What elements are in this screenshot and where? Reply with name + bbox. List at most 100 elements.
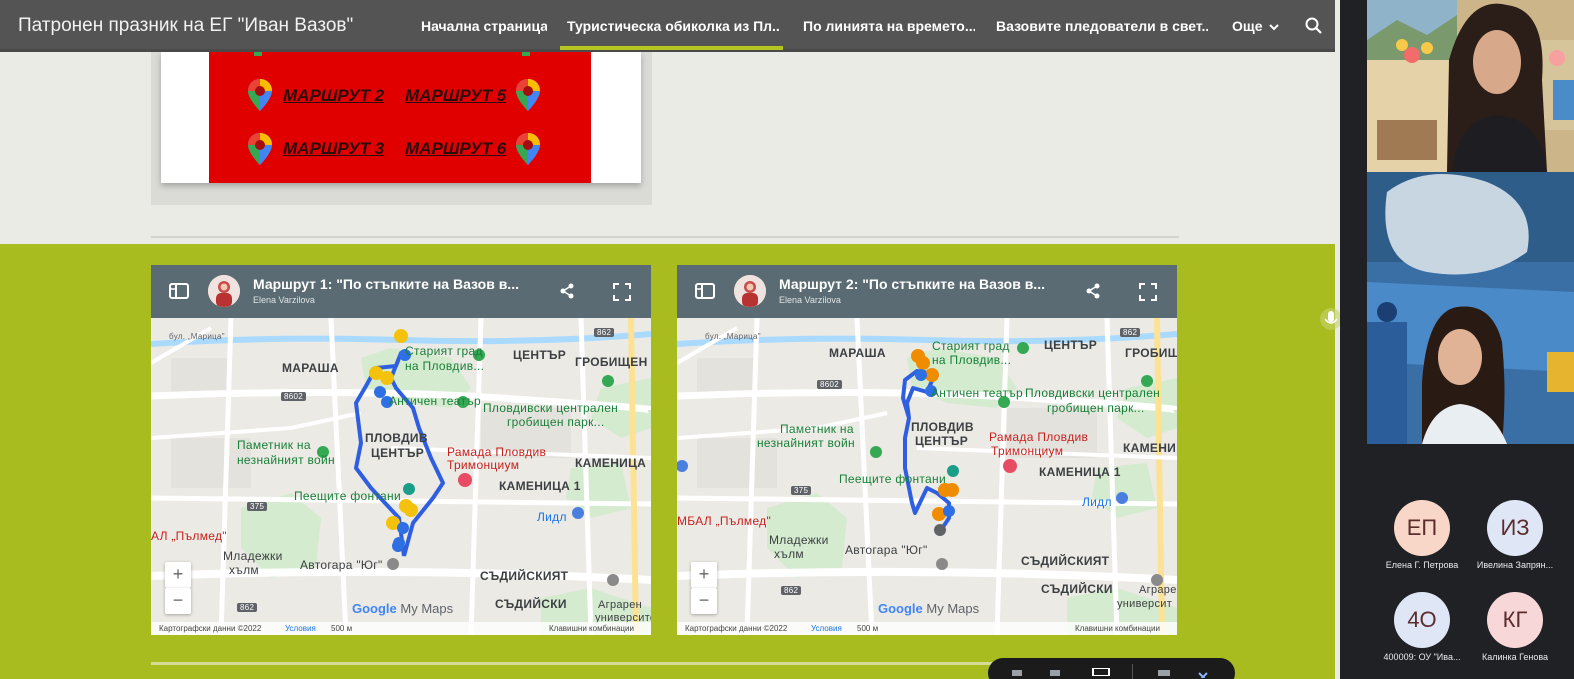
map-legend-icon[interactable] [695, 283, 715, 299]
map-label: Аграрен [598, 599, 642, 611]
google-my-maps-logo: Google My Maps [878, 601, 980, 616]
nav-vazov-world[interactable]: Вазовите пледователи в свет... [996, 18, 1208, 34]
map-label: Рамада Пловдив [447, 445, 547, 459]
site-title[interactable]: Патронен празник на ЕГ "Иван Вазов" [18, 15, 353, 37]
terms-link[interactable]: Условия [811, 624, 842, 633]
terms-link[interactable]: Условия [285, 624, 316, 633]
map-label: Античен театър [389, 394, 482, 408]
keyboard-shortcuts-link[interactable]: Клавишни комбинации [549, 624, 634, 633]
scale-label: 500 м [857, 624, 879, 633]
avatar: КГ [1487, 592, 1543, 648]
nav-timeline[interactable]: По линията на времето... [803, 18, 975, 34]
fullscreen-icon[interactable] [613, 283, 631, 301]
map-label: ЦЕНТЪР [371, 446, 425, 460]
participant-iz[interactable]: ИЗ Ивелина Запрян... [1470, 500, 1560, 570]
close-icon[interactable] [1198, 672, 1208, 678]
road-badge: 862 [594, 328, 615, 337]
participant-kg[interactable]: КГ Калинка Генова [1470, 592, 1560, 662]
map-label: Автогара "Юг" [300, 558, 383, 572]
scale-label: 500 м [331, 624, 353, 633]
microphone-icon[interactable] [1320, 306, 1340, 332]
google-site-page: МАРШРУТ 2 МАРШРУТ 5 МАРШРУТ 3 МАРШРУТ 6 [0, 0, 1340, 679]
toolbar-icon[interactable] [1156, 670, 1172, 676]
map-label: КАМЕНИЦА 1 [499, 479, 581, 493]
route-5-link[interactable]: МАРШРУТ 5 [405, 86, 506, 106]
zoom-out-button[interactable]: − [165, 588, 191, 614]
map-label: Аграрен [1139, 584, 1177, 596]
road-badge: 862 [781, 586, 802, 595]
participant-video-tile[interactable] [1367, 172, 1574, 444]
zoom-in-button[interactable]: + [691, 562, 717, 588]
fullscreen-icon[interactable] [1139, 283, 1157, 301]
chevron-down-icon[interactable] [1268, 21, 1280, 33]
map-legend-icon[interactable] [169, 283, 189, 299]
map-label: МАРАША [829, 346, 886, 360]
participant-name: Калинка Генова [1481, 652, 1549, 662]
map-label: гробищен парк... [1047, 401, 1145, 415]
map-header: Маршрут 1: "По стъпките на Вазов в... El… [151, 265, 651, 318]
map-label: Паметник на [237, 438, 311, 452]
road-badge: 375 [247, 502, 268, 511]
keyboard-shortcuts-link[interactable]: Клавишни комбинации [1075, 624, 1160, 633]
map-label: Старият град [405, 344, 483, 358]
map-label: ЦЕНТЪР [915, 434, 969, 448]
search-icon[interactable] [1304, 16, 1324, 36]
nav-tour[interactable]: Туристическа обиколка из Пл... [567, 18, 779, 34]
nav-more[interactable]: Още [1232, 18, 1268, 34]
active-tab-indicator [560, 46, 783, 50]
map-label: Автогара "Юг" [845, 543, 928, 557]
route-6-link[interactable]: МАРШРУТ 6 [405, 139, 506, 159]
avatar: 4О [1394, 592, 1450, 648]
road-badge: 862 [237, 603, 258, 612]
map-label: ГРОБИЩ [1125, 346, 1177, 360]
toolbar-icon[interactable] [1010, 670, 1024, 676]
google-my-maps-logo: Google My Maps [352, 601, 454, 616]
map-label: ПЛОВДИВ [365, 431, 428, 445]
presentation-toolbar[interactable] [988, 658, 1235, 679]
map-label: гробищен парк... [507, 415, 605, 429]
map-label: бул. „Марица" [169, 332, 225, 341]
map-label: Лидл [537, 510, 567, 524]
section-divider [151, 236, 1179, 238]
map-canvas[interactable]: бул. „Марица" 862 МАРАША Старият град на… [677, 318, 1177, 635]
map-embed-route-1[interactable]: Маршрут 1: "По стъпките на Вазов в... El… [151, 265, 651, 635]
participant-4o[interactable]: 4О 400009: ОУ "Ива... [1377, 592, 1467, 662]
map-label: Старият град [932, 339, 1010, 353]
avatar: ЕП [1394, 500, 1450, 556]
route-3-link[interactable]: МАРШРУТ 3 [283, 139, 384, 159]
road-badge: 862 [1120, 328, 1141, 337]
share-icon[interactable] [559, 283, 575, 299]
map-pin-icon [516, 133, 540, 165]
map-label: на Пловдив... [932, 353, 1012, 367]
map-label: СЪДИЙСКИ [1041, 582, 1113, 596]
map-label: Младежки [223, 549, 283, 563]
map-pin-icon [248, 79, 272, 111]
participant-name: 400009: ОУ "Ива... [1383, 652, 1461, 662]
route-2-link[interactable]: МАРШРУТ 2 [283, 86, 384, 106]
site-header: Патронен празник на ЕГ "Иван Вазов" Нача… [0, 0, 1335, 52]
map-pin-icon [516, 79, 540, 111]
participant-ep[interactable]: ЕП Елена Г. Петрова [1377, 500, 1467, 570]
toolbar-icon[interactable] [1092, 668, 1110, 676]
map-data-credit: Картографски данни ©2022 [159, 624, 262, 633]
map-title[interactable]: Маршрут 1: "По стъпките на Вазов в... [253, 276, 519, 292]
nav-home[interactable]: Начална страница [421, 18, 547, 34]
share-icon[interactable] [1085, 283, 1101, 299]
zoom-in-button[interactable]: + [165, 562, 191, 588]
map-label: Античен театър [931, 386, 1024, 400]
map-author: Elena Varzilova [253, 295, 315, 305]
participant-name: Елена Г. Петрова [1385, 560, 1459, 570]
zoom-out-button[interactable]: − [691, 588, 717, 614]
map-canvas[interactable]: бул. „Марица" 862 МАРАША Старият град на… [151, 318, 651, 635]
participant-video [1367, 172, 1574, 444]
map-header: Маршрут 2: "По стъпките на Вазов в... El… [677, 265, 1177, 318]
map-title[interactable]: Маршрут 2: "По стъпките на Вазов в... [779, 276, 1045, 292]
toolbar-icon[interactable] [1048, 670, 1062, 676]
map-label: Лидл [1082, 495, 1112, 509]
map-label: Пловдивски централен [483, 401, 619, 415]
map-label: ГРОБИЩЕН [575, 355, 648, 369]
participant-video-tile[interactable] [1367, 0, 1574, 172]
map-label: Пеещите фонтани [294, 489, 401, 503]
map-label: КАМЕНИЦА 1 [1039, 465, 1121, 479]
map-embed-route-2[interactable]: Маршрут 2: "По стъпките на Вазов в... El… [677, 265, 1177, 635]
